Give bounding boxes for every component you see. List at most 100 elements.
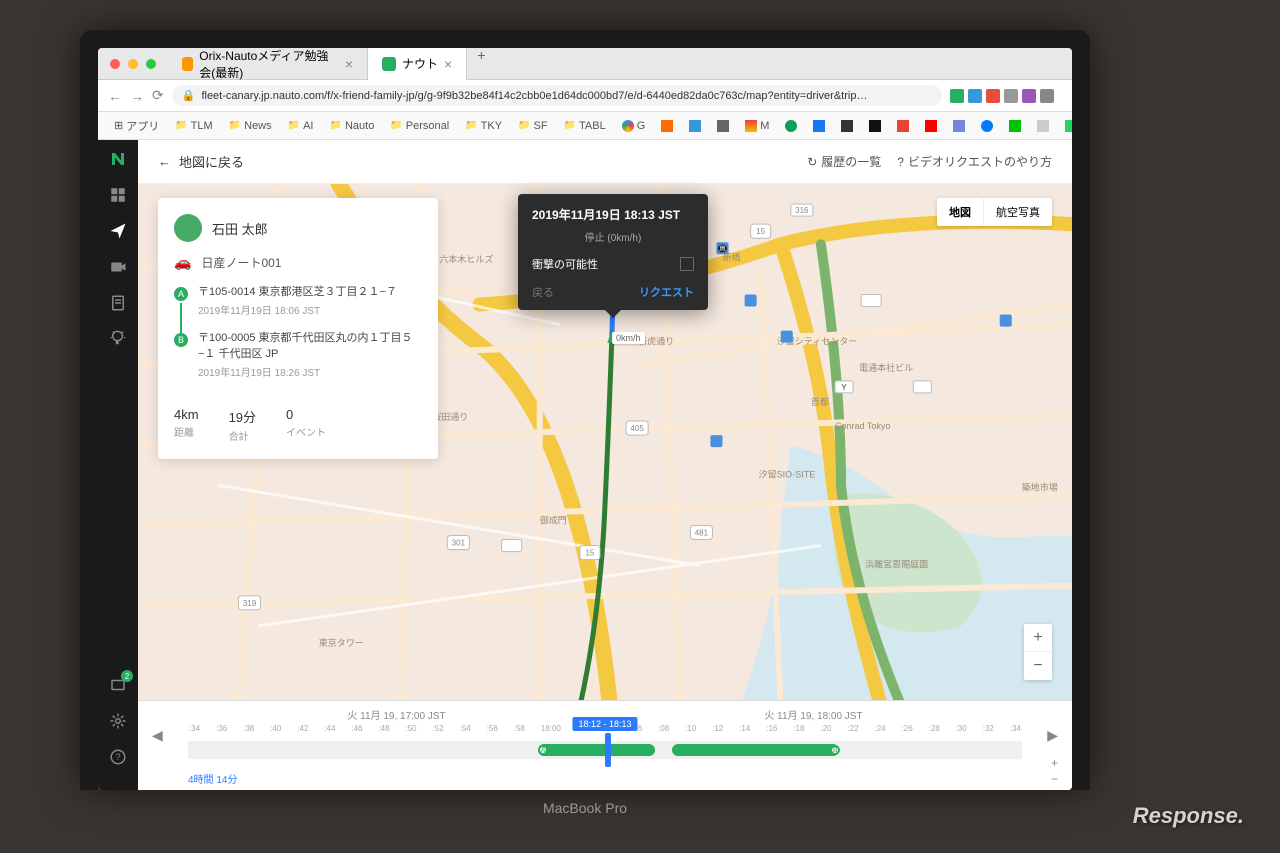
timeline-trip-segment[interactable] — [672, 744, 839, 756]
bookmark-item[interactable] — [1003, 118, 1027, 134]
vehicle-name: 日産ノート001 — [201, 254, 281, 271]
timeline-cursor-label: 18:12 - 18:13 — [572, 717, 637, 731]
extension-icon[interactable] — [1022, 89, 1036, 103]
zoom-out-button[interactable]: − — [1024, 652, 1052, 680]
timeline-duration-label: 4時間 14分 — [188, 771, 237, 786]
extension-icon[interactable] — [1004, 89, 1018, 103]
bookmark-folder[interactable]: News — [223, 118, 278, 134]
apps-button[interactable]: ⊞ アプリ — [108, 116, 165, 136]
close-tab-icon[interactable]: × — [444, 56, 452, 72]
timeline-zoom-out-button[interactable]: − — [1051, 772, 1058, 786]
bookmark-folder[interactable]: AI — [282, 118, 320, 134]
timeline-date-right: 火 11月 19, 18:00 JST — [764, 707, 862, 722]
video-request-help-button[interactable]: ? ビデオリクエストのやり方 — [897, 153, 1052, 170]
bookmark-item[interactable] — [779, 118, 803, 134]
bookmark-item[interactable] — [683, 118, 707, 134]
distance-value: 4km — [174, 407, 199, 422]
bookmark-item[interactable] — [919, 118, 943, 134]
bookmark-folder[interactable]: SF — [512, 118, 554, 134]
bookmark-item[interactable] — [711, 118, 735, 134]
back-icon[interactable]: ← — [108, 88, 122, 104]
bookmark-item[interactable] — [863, 118, 887, 134]
bookmark-item[interactable] — [975, 118, 999, 134]
extension-icon[interactable] — [968, 89, 982, 103]
svg-text:C1: C1 — [917, 383, 928, 392]
timeline-tick: :22 — [846, 724, 859, 733]
tooltip-request-button[interactable]: リクエスト — [639, 284, 694, 300]
bookmark-item[interactable] — [655, 118, 679, 134]
close-tab-icon[interactable]: × — [345, 56, 353, 72]
impact-checkbox[interactable] — [680, 257, 694, 271]
bookmark-folder[interactable]: TABL — [558, 118, 612, 134]
bookmark-folder[interactable]: Nauto — [324, 118, 381, 134]
sidebar-settings-icon[interactable] — [107, 710, 129, 732]
bookmarks-bar: ⊞ アプリ TLM News AI Nauto Personal TKY SF … — [98, 112, 1072, 140]
reload-icon[interactable]: ⟳ — [152, 87, 164, 104]
events-value: 0 — [286, 407, 326, 422]
bookmark-folder[interactable]: TKY — [459, 118, 508, 134]
sidebar-notifications-icon[interactable] — [107, 674, 129, 696]
timeline-tick: :30 — [955, 724, 968, 733]
sidebar-insights-icon[interactable] — [107, 328, 129, 350]
history-list-button[interactable]: ↻ 履歴の一覧 — [807, 153, 881, 170]
timeline-tick: :36 — [215, 724, 228, 733]
bookmark-item[interactable]: M — [739, 118, 775, 134]
url-text: fleet-canary.jp.nauto.com/f/x-friend-fam… — [201, 90, 867, 102]
forward-icon[interactable]: → — [130, 88, 144, 104]
tooltip-back-button[interactable]: 戻る — [532, 284, 554, 300]
timeline-tick: :56 — [486, 724, 499, 733]
minimize-window-button[interactable] — [128, 59, 138, 69]
driver-avatar[interactable] — [174, 214, 202, 242]
driver-name: 石田 太郎 — [212, 219, 268, 238]
back-to-map-link[interactable]: ← 地図に戻る — [158, 152, 244, 171]
timeline-tick: :58 — [513, 724, 526, 733]
bookmark-item[interactable] — [807, 118, 831, 134]
timeline-zoom-in-button[interactable]: + — [1051, 756, 1058, 770]
sidebar-reports-icon[interactable] — [107, 292, 129, 314]
timeline-track[interactable]: 18:12 - 18:13 A B — [188, 741, 1022, 759]
waypoint-a-marker: A — [174, 287, 188, 301]
close-window-button[interactable] — [110, 59, 120, 69]
duration-value: 19分 — [229, 407, 256, 426]
map[interactable]: 301 481 405 319 15 15 Y KK C1 4.9 316 31… — [138, 184, 1072, 700]
timeline-prev-button[interactable]: ◀ — [152, 727, 163, 744]
bookmark-item[interactable]: G — [616, 118, 652, 134]
sidebar-dashboard-icon[interactable] — [107, 184, 129, 206]
timeline-tick: :38 — [242, 724, 255, 733]
map-type-satellite[interactable]: 航空写真 — [984, 198, 1052, 226]
extension-icon[interactable] — [986, 89, 1000, 103]
timeline-next-button[interactable]: ▶ — [1047, 727, 1058, 744]
timeline-tick: :26 — [901, 724, 914, 733]
laptop-model-label: MacBook Pro — [543, 800, 627, 816]
extension-icon[interactable] — [1040, 89, 1054, 103]
svg-text:首都: 首都 — [811, 396, 829, 407]
bookmark-folder[interactable]: TLM — [169, 118, 218, 134]
bookmark-item[interactable]: WA — [1059, 118, 1072, 134]
sidebar-map-icon[interactable] — [107, 220, 129, 242]
nauto-logo[interactable] — [107, 148, 129, 170]
bookmark-item[interactable] — [835, 118, 859, 134]
sidebar-video-icon[interactable] — [107, 256, 129, 278]
watermark: Response. — [1133, 803, 1244, 829]
svg-text:御成門: 御成門 — [540, 514, 567, 525]
bookmark-item[interactable] — [947, 118, 971, 134]
timeline-trip-segment[interactable] — [538, 744, 655, 756]
url-input[interactable]: 🔒 fleet-canary.jp.nauto.com/f/x-friend-f… — [172, 85, 942, 106]
timeline-cursor[interactable] — [605, 733, 611, 767]
timeline-tick: :16 — [765, 724, 778, 733]
impact-checkbox-label: 衝撃の可能性 — [532, 256, 598, 272]
map-type-map[interactable]: 地図 — [937, 198, 984, 226]
timeline-marker-b[interactable]: B — [830, 745, 840, 755]
bookmark-folder[interactable]: Personal — [384, 118, 455, 134]
timeline-tick: :32 — [982, 724, 995, 733]
speed-badge: 0km/h — [612, 332, 645, 344]
svg-text:319: 319 — [243, 599, 257, 608]
sidebar-help-icon[interactable]: ? — [107, 746, 129, 768]
bookmark-item[interactable] — [1031, 118, 1055, 134]
zoom-in-button[interactable]: + — [1024, 624, 1052, 652]
extension-icon[interactable] — [950, 89, 964, 103]
timeline-tick: :12 — [711, 724, 724, 733]
window-controls[interactable] — [98, 59, 168, 69]
maximize-window-button[interactable] — [146, 59, 156, 69]
bookmark-item[interactable] — [891, 118, 915, 134]
